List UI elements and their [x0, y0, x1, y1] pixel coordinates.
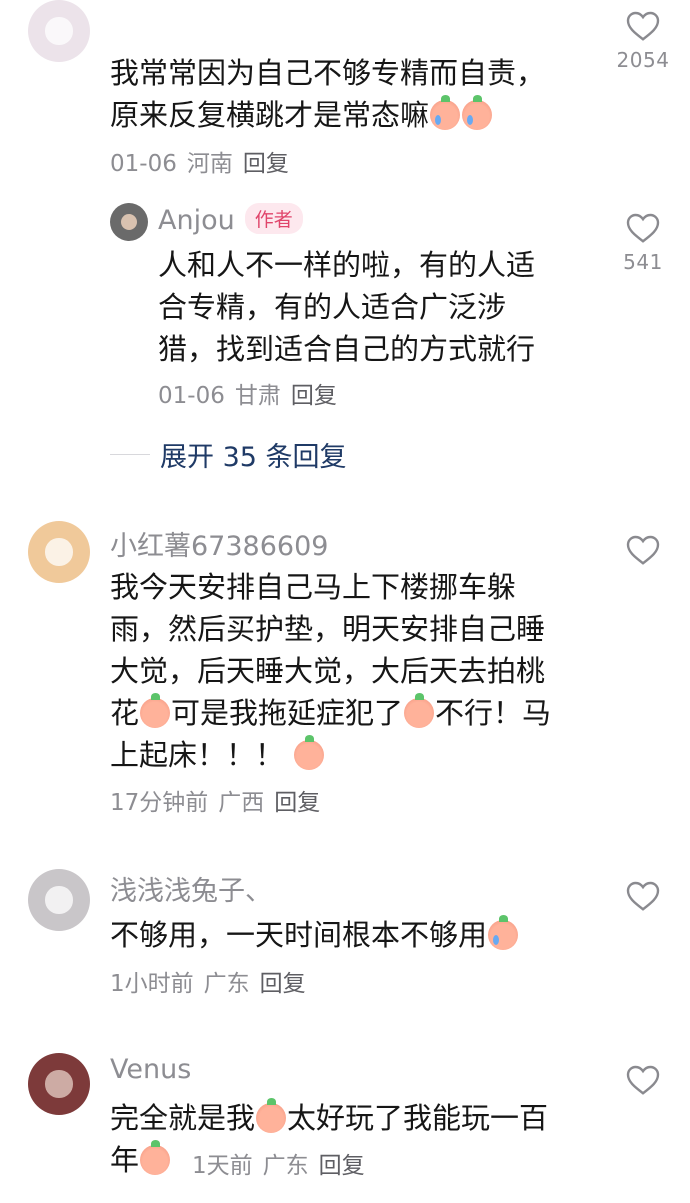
sad-face-emoji-icon [256, 1098, 287, 1133]
comment-meta: 17分钟前 广西 回复 [110, 783, 330, 817]
expand-replies-button[interactable]: 展开 35 条回复 [110, 434, 347, 474]
comment-date: 01-06 [158, 383, 225, 409]
expand-replies-label: 展开 35 条回复 [160, 441, 347, 473]
avatar-image [45, 886, 73, 914]
like-button[interactable] [613, 532, 673, 566]
avatar-image [120, 213, 138, 231]
sad-face-emoji-icon [140, 693, 171, 728]
username[interactable]: 小红薯67386609 [110, 524, 328, 563]
reply-button[interactable]: 回复 [319, 1153, 365, 1179]
comment-meta: 1小时前 广东 回复 [110, 964, 316, 998]
crying-face-emoji-icon [430, 95, 461, 130]
comment-location: 河南 [186, 151, 233, 177]
avatar-image [45, 538, 73, 566]
sad-face-emoji-icon [404, 693, 435, 728]
shocked-face-emoji-icon [294, 735, 325, 770]
avatar[interactable] [110, 203, 148, 241]
comment-meta: 01-06 甘肃 回复 [158, 376, 347, 410]
reply-button[interactable]: 回复 [260, 971, 306, 997]
heart-icon [626, 1065, 660, 1095]
comment-text[interactable]: 我今天安排自己马上下楼挪车躲 雨，然后买护垫，明天安排自己睡 大觉，后天睡大觉，大后… [110, 566, 610, 776]
reply-button[interactable]: 回复 [274, 790, 320, 816]
comment-location: 广西 [218, 790, 265, 816]
crying-face-emoji-icon [488, 915, 519, 950]
comment-location: 广东 [203, 971, 250, 997]
crying-face-emoji-icon [462, 95, 493, 130]
comment-date: 01-06 [110, 151, 177, 177]
comment-date: 1天前 [192, 1153, 253, 1179]
heart-icon [626, 881, 660, 911]
avatar-image [45, 17, 73, 45]
avatar[interactable] [28, 521, 90, 583]
like-count: 541 [623, 250, 663, 274]
like-button[interactable] [613, 878, 673, 912]
avatar[interactable] [28, 0, 90, 62]
comment-meta: 01-06 河南 回复 [110, 144, 299, 178]
comment-location: 甘肃 [234, 383, 281, 409]
like-button[interactable]: 541 [613, 210, 673, 274]
avatar-image [45, 1070, 73, 1098]
divider [110, 453, 150, 455]
comment-date: 1小时前 [110, 971, 194, 997]
avatar[interactable] [28, 869, 90, 931]
like-count: 2054 [616, 48, 670, 72]
username[interactable]: Anjou 作者 [158, 203, 303, 236]
comment-list: 我常常因为自己不够专精而自责， 原来反复横跳才是常态嘛 01-06 河南 回复 205… [0, 0, 690, 1203]
comment-date: 17分钟前 [110, 790, 209, 816]
reply-button[interactable]: 回复 [291, 383, 337, 409]
sad-face-emoji-icon [140, 1140, 171, 1175]
heart-icon [626, 213, 660, 243]
reply-button[interactable]: 回复 [243, 151, 289, 177]
comment-text[interactable]: 我常常因为自己不够专精而自责， 原来反复横跳才是常态嘛 [110, 52, 590, 136]
avatar[interactable] [28, 1053, 90, 1115]
comment-text[interactable]: 人和人不一样的啦，有的人适 合专精，有的人适合广泛涉 猎，找到适合自己的方式就行 [158, 244, 588, 370]
heart-icon [626, 11, 660, 41]
comment-location: 广东 [262, 1153, 309, 1179]
like-button[interactable]: 2054 [613, 8, 673, 72]
like-button[interactable] [613, 1062, 673, 1096]
comment-meta: 1天前 广东 回复 [192, 1146, 375, 1180]
author-badge: 作者 [244, 203, 303, 234]
username[interactable]: Venus [110, 1054, 191, 1085]
comment-text[interactable]: 不够用，一天时间根本不够用 [110, 914, 610, 956]
username[interactable]: 浅浅浅兔子、 [110, 869, 272, 908]
heart-icon [626, 535, 660, 565]
